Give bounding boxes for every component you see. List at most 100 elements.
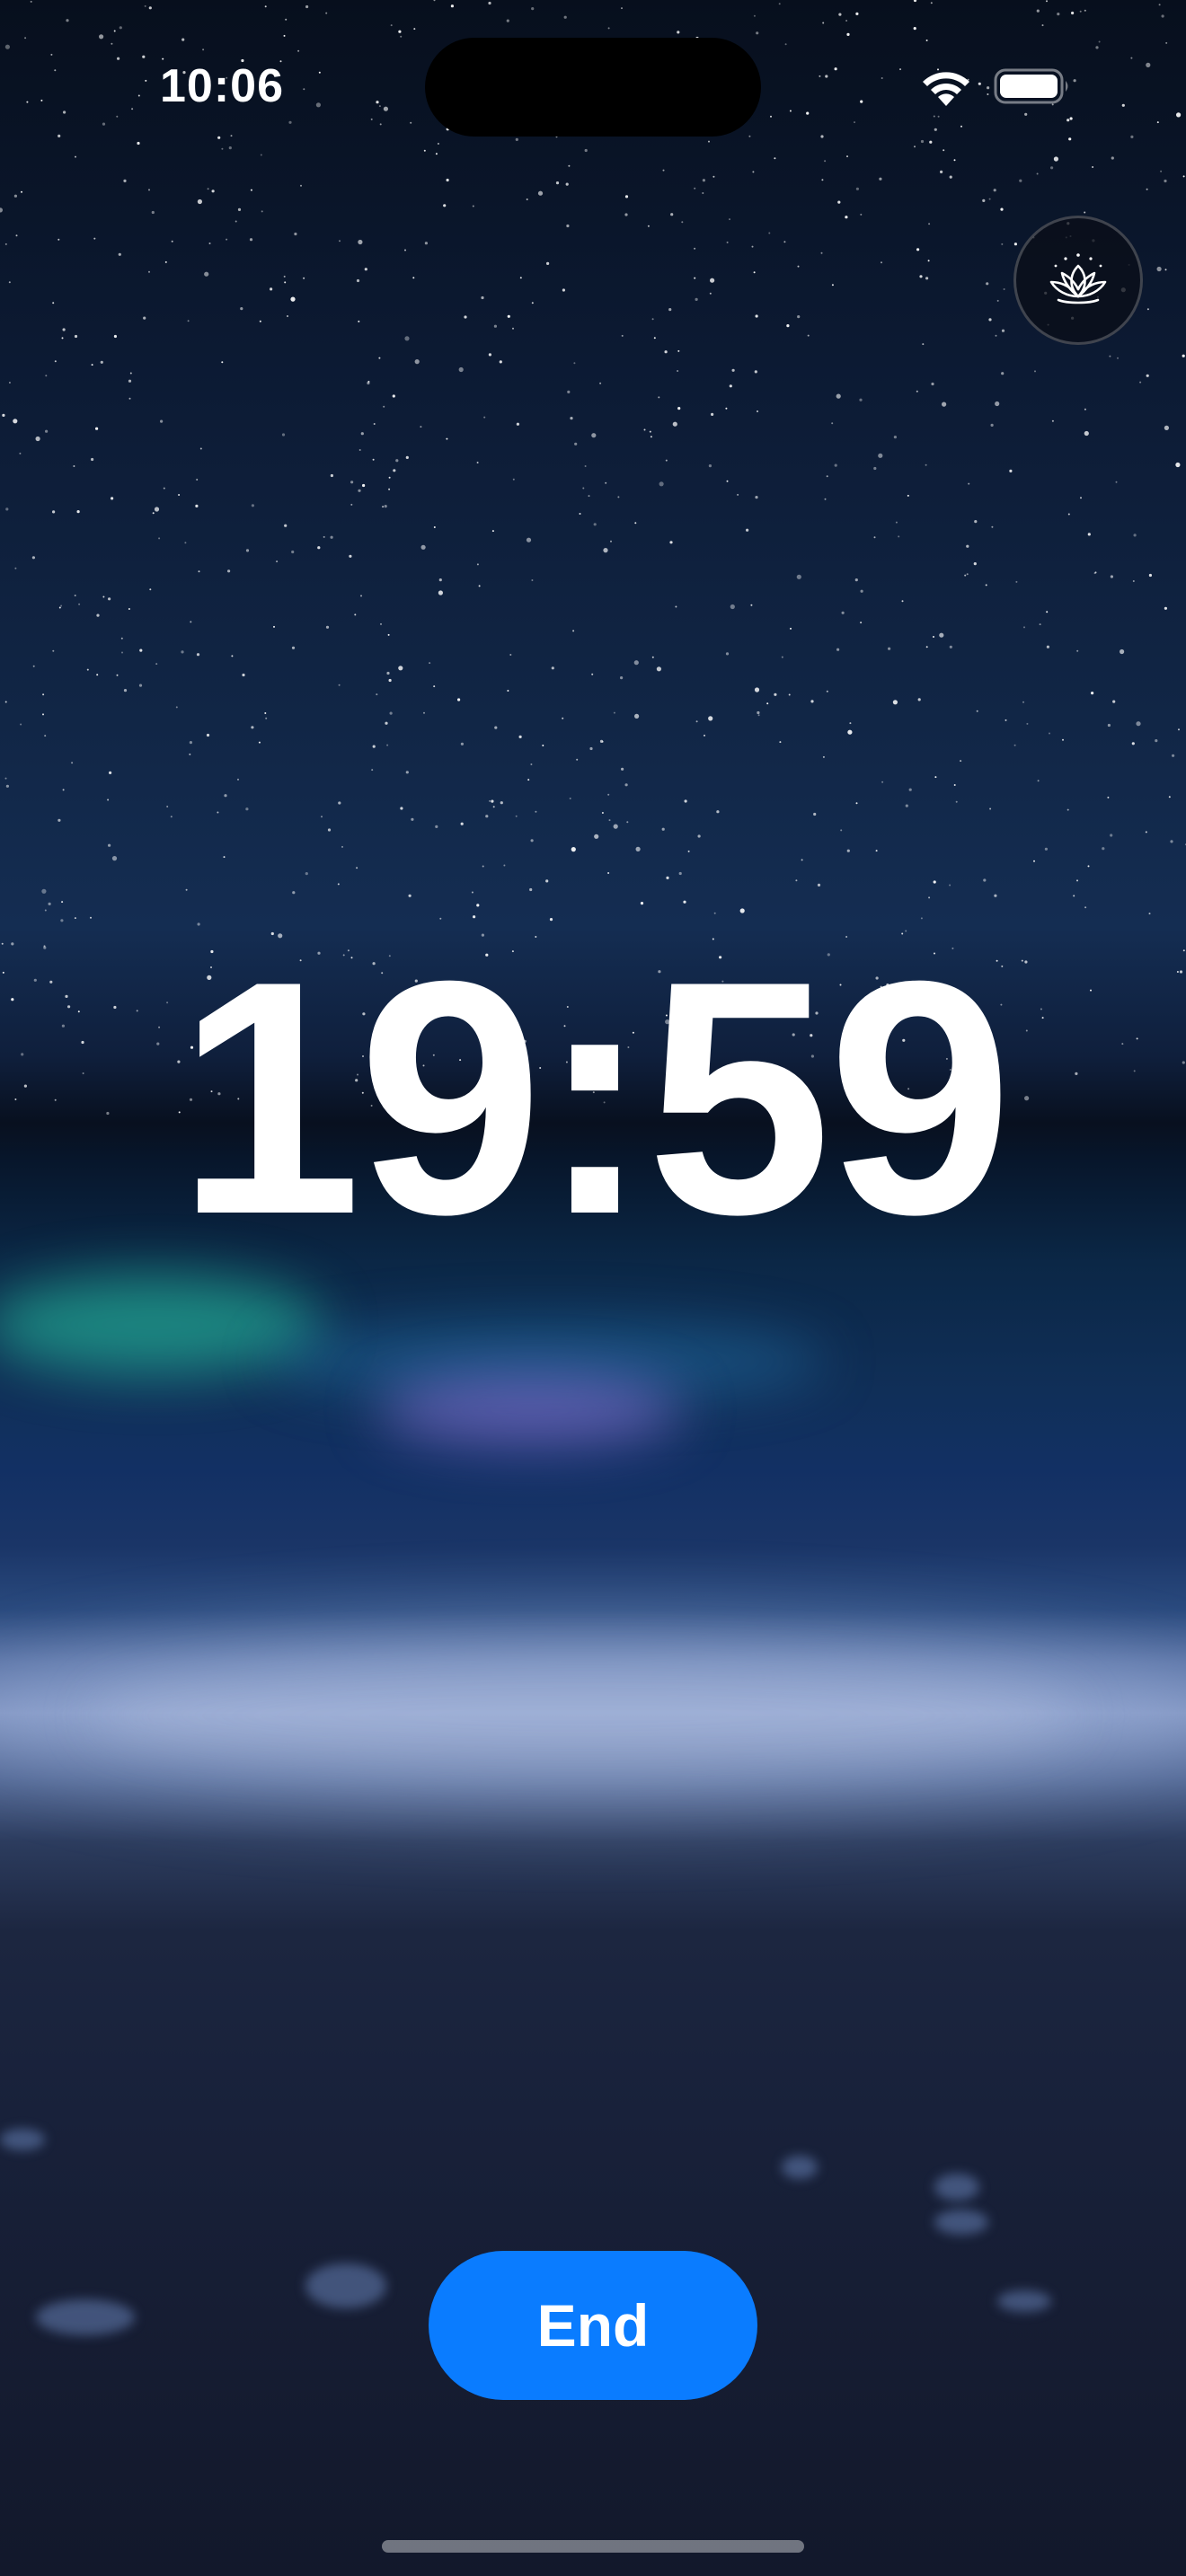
star [1133, 534, 1137, 537]
star [52, 510, 56, 514]
sand-foam-spot [305, 2263, 386, 2308]
star [383, 405, 385, 408]
star [196, 653, 200, 657]
star [4, 701, 7, 703]
star [198, 570, 200, 573]
star [589, 746, 593, 751]
star [942, 401, 947, 407]
star [990, 423, 994, 427]
star [710, 278, 715, 283]
star [398, 30, 402, 33]
star [995, 401, 1000, 407]
star [24, 37, 27, 40]
star [893, 436, 898, 439]
star [360, 432, 364, 436]
star [44, 735, 47, 737]
star [154, 507, 160, 512]
star [659, 481, 664, 487]
star [571, 847, 576, 852]
star [845, 216, 848, 219]
star [662, 169, 665, 172]
star [518, 735, 522, 739]
star [1003, 288, 1005, 290]
star [491, 530, 494, 533]
star [472, 205, 474, 207]
star [460, 742, 465, 745]
star [1041, 24, 1044, 27]
star [471, 891, 474, 894]
star [13, 419, 18, 424]
star [1023, 626, 1025, 629]
star [464, 315, 467, 319]
star [372, 458, 375, 461]
meditation-mode-button[interactable] [1013, 216, 1143, 345]
star [358, 449, 361, 451]
star [433, 685, 436, 688]
star [148, 6, 152, 10]
star [847, 729, 853, 735]
star [199, 447, 202, 450]
star [987, 93, 989, 95]
star [58, 606, 61, 609]
star [91, 457, 94, 462]
star [1022, 701, 1024, 703]
star [697, 834, 701, 838]
star [1036, 172, 1039, 175]
star [100, 360, 103, 364]
star [195, 504, 199, 508]
star [170, 816, 173, 818]
star [152, 512, 155, 515]
star [531, 302, 534, 304]
star [1000, 207, 1004, 211]
star [8, 382, 11, 384]
star [675, 605, 677, 608]
star [925, 277, 929, 280]
star [58, 134, 61, 137]
star [925, 463, 927, 466]
star [476, 904, 480, 907]
star [196, 479, 199, 481]
star [360, 595, 362, 597]
star [330, 473, 333, 478]
star [1164, 606, 1167, 610]
star [895, 521, 898, 524]
star [779, 741, 782, 744]
star [488, 1, 491, 5]
star [228, 146, 232, 150]
star [437, 143, 439, 145]
star [846, 32, 850, 37]
star [488, 353, 492, 357]
star [211, 190, 215, 193]
star [526, 198, 528, 200]
star [925, 40, 928, 41]
star [15, 234, 18, 237]
star [111, 856, 118, 861]
star [666, 876, 669, 880]
star [338, 684, 341, 686]
home-indicator[interactable] [382, 2540, 804, 2553]
star [729, 218, 730, 221]
star [535, 810, 537, 813]
star [111, 497, 114, 500]
star [873, 466, 877, 471]
end-session-button[interactable]: End [429, 2251, 757, 2400]
star [1117, 357, 1119, 359]
star [420, 544, 426, 550]
star [1155, 739, 1158, 743]
star [189, 741, 192, 745]
star [917, 698, 921, 701]
star [854, 121, 855, 124]
star [813, 812, 817, 816]
star [321, 816, 323, 818]
dynamic-island [425, 38, 761, 137]
star [986, 282, 989, 286]
star [438, 578, 442, 582]
star [121, 651, 123, 654]
star [1001, 329, 1005, 332]
star [457, 698, 461, 701]
star [708, 716, 713, 721]
star [507, 690, 509, 692]
star [683, 900, 686, 904]
star [250, 189, 252, 191]
star [826, 690, 828, 693]
